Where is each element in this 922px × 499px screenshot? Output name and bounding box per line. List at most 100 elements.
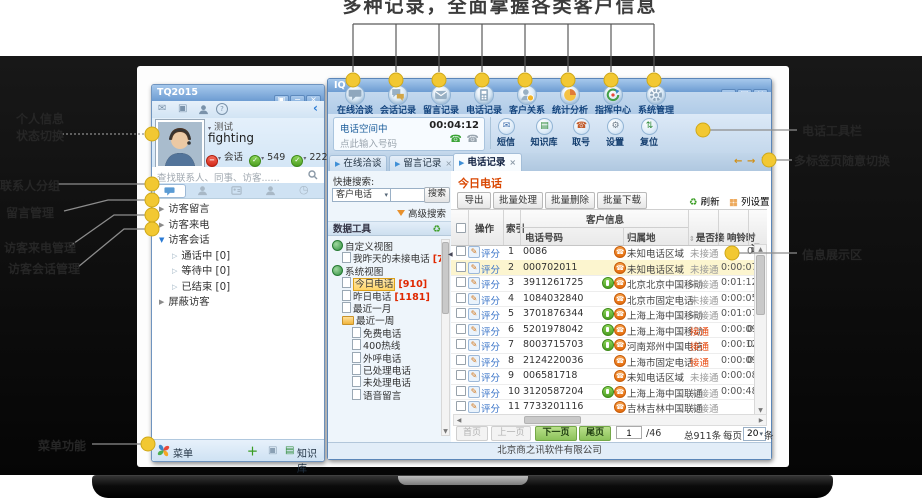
add-icon[interactable]: ＋ <box>247 443 258 459</box>
row-checkbox[interactable] <box>456 277 466 287</box>
contact-tree-item[interactable]: ▷通话中 [0] <box>152 247 230 262</box>
avatar[interactable] <box>156 120 204 168</box>
row-checkbox[interactable] <box>456 401 466 411</box>
search-field-select[interactable]: 客户电话▾ <box>332 188 391 202</box>
close-tab-icon[interactable]: × <box>509 158 516 167</box>
next-page-button[interactable]: 下一页 <box>535 426 577 441</box>
tq-titlebar[interactable]: TQ2015 ▣−× <box>152 85 324 101</box>
table-row[interactable]: ✎评分10086☎未知电话区域未接通0 <box>451 244 767 261</box>
view-tree-item[interactable]: 免费电话 <box>328 326 401 338</box>
command-center-icon[interactable] <box>603 85 623 105</box>
edit-icon[interactable]: ✎ <box>468 293 480 305</box>
score-link[interactable]: 评分 <box>481 246 500 260</box>
reset-button[interactable]: 复位 <box>629 135 669 148</box>
status-label[interactable]: 会话 <box>224 152 243 163</box>
knowledge-base-icon[interactable]: ▤ <box>285 445 294 456</box>
table-row[interactable]: ✎评分53701876344☎上海上海中国移动未接通0:01:07 <box>451 306 767 323</box>
score-link[interactable]: 评分 <box>481 339 500 353</box>
search-button[interactable]: 搜索 <box>424 187 450 203</box>
expand-arrow-icon[interactable]: ▶ <box>159 298 164 306</box>
person-icon[interactable] <box>198 104 209 115</box>
table-row[interactable]: ✎评分117733201116☎吉林吉林中国联通未接通 <box>451 399 767 414</box>
advanced-search-link[interactable]: 高级搜索 <box>397 206 446 220</box>
busy-status-icon[interactable]: − <box>206 155 218 167</box>
knowledge-base-button[interactable]: 知识库 <box>297 445 324 475</box>
table-row[interactable]: ✎评分2000702011☎未知电话区域未接通0:00:07 <box>451 260 767 277</box>
online-chat-icon[interactable] <box>345 85 365 105</box>
tab-online-chat[interactable]: ▶在线洽谈 <box>329 155 387 171</box>
score-link[interactable]: 评分 <box>481 370 500 384</box>
expand-arrow-icon[interactable]: ▶ <box>159 205 164 213</box>
column-settings-button[interactable]: ▦ 列设置 <box>729 194 770 208</box>
customer-relations-icon[interactable] <box>517 85 537 105</box>
view-tree-item[interactable]: 最近一月 <box>328 301 391 313</box>
view-tree-item[interactable]: 400热线 <box>328 338 401 350</box>
batch-delete-button[interactable]: 批量删除 <box>545 192 595 209</box>
check-icon[interactable]: ✓ <box>291 155 303 167</box>
statistics-icon[interactable] <box>560 85 580 105</box>
nav-back-icon[interactable]: ← <box>734 156 742 167</box>
contact-search[interactable]: 查找联系人、同事、访客...... <box>152 167 324 184</box>
contact-tree-item[interactable]: ▷已结束 [0] <box>152 278 230 293</box>
collapse-arrow-icon[interactable]: ‹ <box>313 101 318 115</box>
score-link[interactable]: 评分 <box>481 277 500 291</box>
score-link[interactable]: 评分 <box>481 262 500 276</box>
batch-process-button[interactable]: 批量处理 <box>493 192 543 209</box>
score-link[interactable]: 评分 <box>481 324 500 338</box>
help-icon[interactable]: ? <box>216 103 228 115</box>
prev-page-button[interactable]: 上一页 <box>491 426 531 441</box>
close-tab-icon[interactable]: × <box>445 159 452 168</box>
refresh-button[interactable]: ♻ 刷新 <box>689 194 720 208</box>
contact-tree-item[interactable]: ▼访客会话 <box>152 231 210 246</box>
nav-reload-icon[interactable]: ↻ <box>761 156 769 167</box>
view-tree-item[interactable]: 语音留言 <box>328 388 401 400</box>
score-link[interactable]: 评分 <box>481 293 500 307</box>
table-vscrollbar[interactable]: ▲ ▼ <box>754 244 767 416</box>
contact-tree-item[interactable]: ▶屏蔽访客 <box>152 293 210 308</box>
view-tree-item[interactable]: 我昨天的未接电话[775] <box>328 251 442 263</box>
check-icon[interactable]: ✓ <box>249 155 261 167</box>
table-row[interactable]: ✎评分78003715703☎河南郑州中国电信接通0:00:120 <box>451 337 767 354</box>
expand-arrow-icon[interactable]: ▶ <box>159 221 164 229</box>
expand-arrow-icon[interactable]: ▷ <box>172 252 177 260</box>
row-checkbox[interactable] <box>456 293 466 303</box>
view-tree-item[interactable]: 外呼电话 <box>328 351 401 363</box>
table-row[interactable]: ✎评分9006581718☎未知电话区域未接通0:00:08 <box>451 368 767 385</box>
call-icon[interactable]: ☎ <box>450 134 462 145</box>
tab-history[interactable]: ◷ <box>299 183 309 196</box>
expand-arrow-icon[interactable]: ▷ <box>172 283 177 291</box>
chat-log-icon[interactable] <box>388 85 408 105</box>
contact-card-icon[interactable]: ▣ <box>268 445 277 456</box>
edit-icon[interactable]: ✎ <box>468 355 480 367</box>
tab-call-log[interactable]: ▶电话记录× <box>453 153 522 171</box>
tab-message-log[interactable]: ▶留言记录× <box>389 155 458 171</box>
edit-icon[interactable]: ✎ <box>468 324 480 336</box>
row-checkbox[interactable] <box>456 370 466 380</box>
edit-icon[interactable]: ✎ <box>468 339 480 351</box>
card-icon[interactable]: ▣ <box>178 103 187 114</box>
row-checkbox[interactable] <box>456 355 466 365</box>
table-row[interactable]: ✎评分65201978042☎上海上海中国移动接通0:00:090 <box>451 322 767 339</box>
message-log-icon[interactable] <box>431 85 451 105</box>
get-number-icon[interactable]: ☎ <box>573 118 590 135</box>
table-row[interactable]: ✎评分82124220036☎上海市固定电话接通0:00:090 <box>451 353 767 370</box>
first-page-button[interactable]: 首页 <box>456 426 488 441</box>
search-icon[interactable] <box>308 170 318 180</box>
hangup-icon[interactable]: ☎ <box>467 134 479 145</box>
call-log-icon[interactable] <box>474 85 494 105</box>
table-row[interactable]: ✎评分33911261725☎北京北京中国移动未接通0:01:12 <box>451 275 767 292</box>
table-row[interactable]: ✎评分41084032840☎北京市固定电话未接通0:00:05 <box>451 291 767 308</box>
expand-arrow-icon[interactable]: ▼ <box>159 236 164 244</box>
edit-icon[interactable]: ✎ <box>468 401 480 413</box>
menu-button[interactable]: 菜单 <box>173 445 193 460</box>
sms-icon[interactable]: ✉ <box>498 118 515 135</box>
view-tree-item[interactable]: 系统视图 <box>328 264 383 276</box>
per-page-select[interactable]: 20▾ <box>743 427 766 441</box>
score-link[interactable]: 评分 <box>481 355 500 369</box>
edit-icon[interactable]: ✎ <box>468 277 480 289</box>
tree-scrollbar[interactable]: ▼ <box>441 239 450 436</box>
reset-icon[interactable]: ⇅ <box>641 118 658 135</box>
edit-icon[interactable]: ✎ <box>468 246 480 258</box>
row-checkbox[interactable] <box>456 386 466 396</box>
tab-visitors[interactable] <box>265 185 276 196</box>
